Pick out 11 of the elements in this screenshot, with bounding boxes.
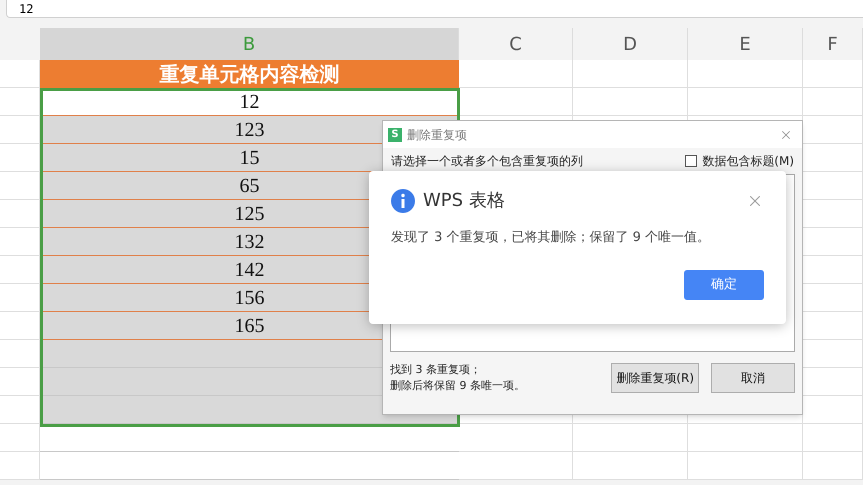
info-icon [391,188,415,212]
checkbox-label: 数据包含标题(M) [702,153,794,170]
cancel-button[interactable]: 取消 [711,363,795,393]
header-cell: 重复单元格内容检测 [40,60,459,88]
app-logo: S [388,128,402,142]
summary-text: 删除后将保留 9 条唯一项。 [390,378,525,394]
checkbox[interactable] [685,155,698,167]
formula-field[interactable]: 12 [6,0,863,18]
summary-text: 找到 3 条重复项； [390,362,482,378]
ok-button[interactable]: 确定 [684,270,764,300]
remove-duplicates-button[interactable]: 删除重复项(R) [611,363,699,393]
